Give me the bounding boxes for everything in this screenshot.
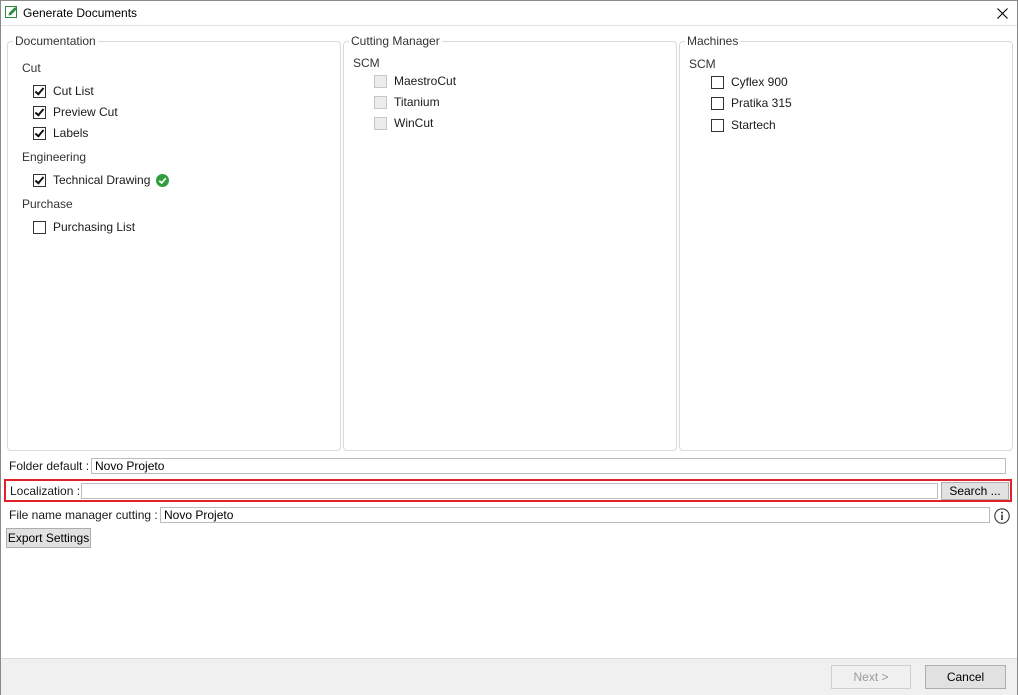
machines-panel: Machines SCM Cyflex 900 Pratika 315 Star… xyxy=(679,34,1013,451)
group-label-scm: SCM xyxy=(353,56,380,70)
checkbox-pratika-315[interactable]: Pratika 315 xyxy=(711,95,792,111)
group-label-cut: Cut xyxy=(22,61,41,75)
checkbox-box[interactable] xyxy=(711,75,724,89)
checkbox-label: WinCut xyxy=(394,116,434,130)
close-button[interactable] xyxy=(987,1,1017,25)
dialog-footer: Next > Cancel xyxy=(1,658,1017,695)
checkbox-labels[interactable]: Labels xyxy=(33,125,88,141)
checkbox-titanium: Titanium xyxy=(374,94,440,110)
localization-input[interactable] xyxy=(81,483,938,499)
checkbox-box xyxy=(374,74,387,88)
group-label-purchase: Purchase xyxy=(22,197,73,211)
group-label-engineering: Engineering xyxy=(22,150,87,164)
checkbox-box xyxy=(374,95,387,109)
cancel-button[interactable]: Cancel xyxy=(925,665,1006,689)
checkbox-label: MaestroCut xyxy=(394,74,457,88)
checkbox-label: Titanium xyxy=(394,95,440,109)
checkbox-label: Labels xyxy=(53,126,89,140)
export-settings-button[interactable]: Export Settings xyxy=(6,528,91,548)
checkbox-purchasing-list[interactable]: Purchasing List xyxy=(33,219,135,235)
group-label-scm: SCM xyxy=(689,57,716,71)
checkbox-cut-list[interactable]: Cut List xyxy=(33,83,94,99)
checkbox-box[interactable] xyxy=(711,96,724,110)
close-icon xyxy=(996,7,1008,19)
checkbox-wincut: WinCut xyxy=(374,115,433,131)
checkbox-box[interactable] xyxy=(711,118,724,132)
app-icon xyxy=(5,6,17,18)
folder-default-input[interactable] xyxy=(91,458,1006,474)
documentation-legend: Documentation xyxy=(13,34,98,48)
checkbox-label: Cut List xyxy=(53,84,94,98)
window-title: Generate Documents xyxy=(23,6,138,20)
folder-default-label: Folder default : xyxy=(9,459,90,473)
file-name-label: File name manager cutting : xyxy=(9,508,158,522)
check-circle-icon xyxy=(156,173,170,187)
cutting-manager-panel: Cutting Manager SCM MaestroCut Titanium … xyxy=(343,34,677,451)
localization-label: Localization : xyxy=(10,484,81,498)
checkbox-box[interactable] xyxy=(33,84,46,98)
search-button[interactable]: Search ... xyxy=(941,482,1009,500)
machines-legend: Machines xyxy=(685,34,741,48)
checkbox-box[interactable] xyxy=(33,126,46,140)
checkbox-label: Pratika 315 xyxy=(731,96,792,110)
cutting-manager-legend: Cutting Manager xyxy=(349,34,442,48)
next-button[interactable]: Next > xyxy=(831,665,911,689)
file-name-input[interactable] xyxy=(160,507,990,523)
checkbox-box[interactable] xyxy=(33,220,46,234)
title-bar: Generate Documents xyxy=(1,1,1017,26)
checkbox-box xyxy=(374,116,387,130)
checkbox-technical-drawing[interactable]: Technical Drawing xyxy=(33,172,170,188)
checkbox-box[interactable] xyxy=(33,105,46,119)
checkbox-startech[interactable]: Startech xyxy=(711,117,776,133)
info-icon[interactable] xyxy=(994,508,1010,524)
documentation-panel: Documentation Cut Cut List Preview Cut L… xyxy=(7,34,341,451)
checkbox-cyflex-900[interactable]: Cyflex 900 xyxy=(711,74,788,90)
generate-documents-window: Generate Documents Documentation Cut Cut… xyxy=(0,0,1018,695)
checkbox-label: Startech xyxy=(731,118,776,132)
checkbox-label: Purchasing List xyxy=(53,220,136,234)
checkbox-label: Technical Drawing xyxy=(53,173,151,187)
checkbox-maestrocut: MaestroCut xyxy=(374,73,456,89)
checkbox-label: Preview Cut xyxy=(53,105,118,119)
checkbox-label: Cyflex 900 xyxy=(731,75,788,89)
checkbox-preview-cut[interactable]: Preview Cut xyxy=(33,104,118,120)
checkbox-box[interactable] xyxy=(33,173,46,187)
